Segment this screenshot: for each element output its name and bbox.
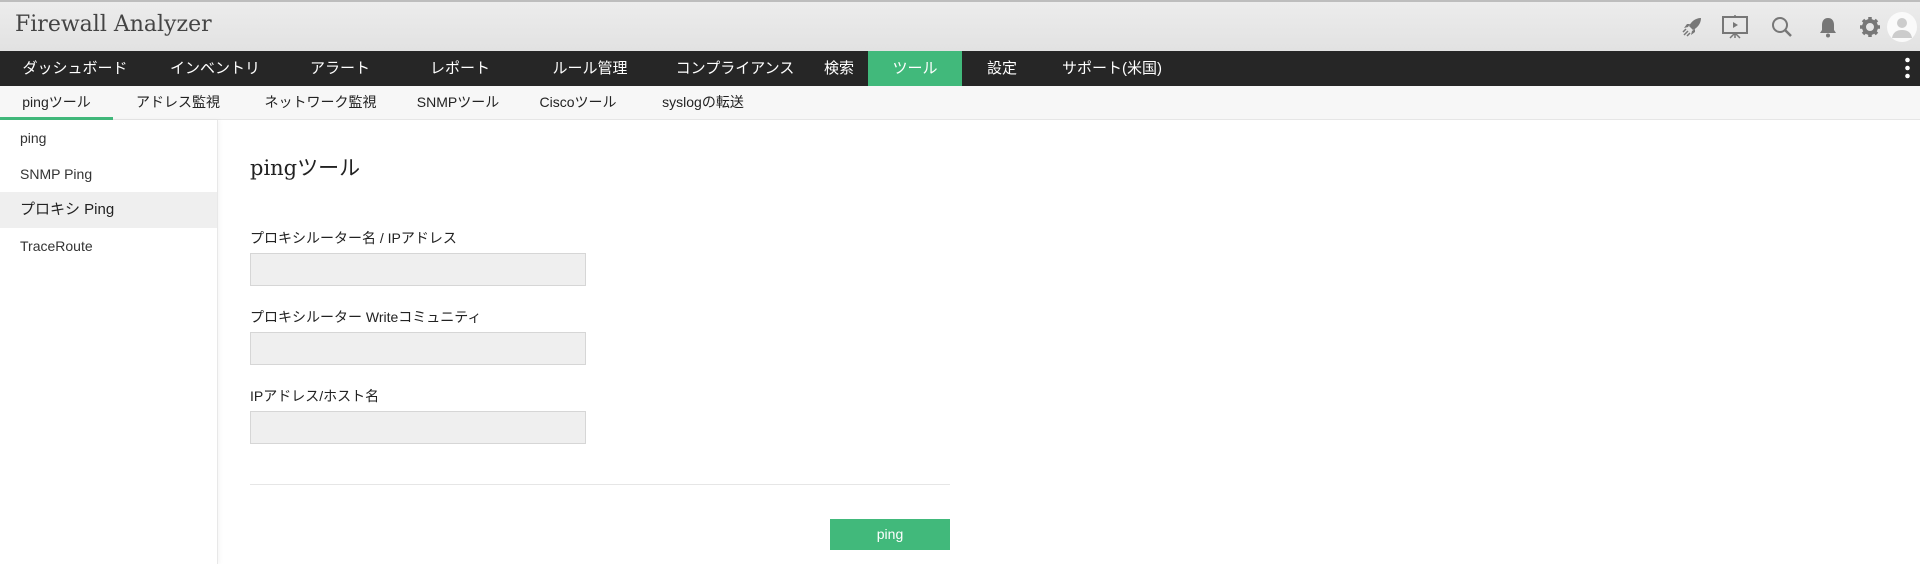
app-header: Firewall Analyzer (0, 0, 1920, 51)
page-title: pingツール (250, 156, 361, 180)
presentation-icon[interactable] (1720, 14, 1750, 40)
subtab-address-monitor[interactable]: アドレス監視 (113, 86, 243, 120)
subtab-cisco-tool[interactable]: Ciscoツール (518, 86, 638, 120)
proxy-router-label: プロキシルーター名 / IPアドレス (250, 230, 457, 246)
subtab-syslog-forward[interactable]: syslogの転送 (638, 86, 768, 120)
nav-reports[interactable]: レポート (400, 51, 520, 86)
bell-icon[interactable] (1815, 14, 1841, 40)
nav-inventory[interactable]: インベントリ (150, 51, 280, 86)
nav-search[interactable]: 検索 (810, 51, 868, 86)
sidebar-item-traceroute[interactable]: TraceRoute (0, 228, 217, 264)
user-avatar-icon[interactable] (1887, 12, 1917, 42)
nav-tools[interactable]: ツール (868, 51, 962, 86)
ping-button[interactable]: ping (830, 519, 950, 550)
target-host-input[interactable] (250, 411, 586, 444)
nav-settings[interactable]: 設定 (962, 51, 1042, 86)
search-icon[interactable] (1769, 14, 1795, 40)
nav-rule-management[interactable]: ルール管理 (520, 51, 660, 86)
sub-nav: pingツール アドレス監視 ネットワーク監視 SNMPツール Ciscoツール… (0, 86, 1920, 120)
sidebar-item-snmp-ping[interactable]: SNMP Ping (0, 156, 217, 192)
subtab-ping-tool[interactable]: pingツール (0, 86, 113, 120)
write-community-label: プロキシルーター Writeコミュニティ (250, 309, 482, 325)
more-menu-icon[interactable] (1905, 57, 1910, 82)
sidebar: ping SNMP Ping プロキシ Ping TraceRoute (0, 120, 218, 564)
sidebar-item-ping[interactable]: ping (0, 120, 217, 156)
nav-dashboard[interactable]: ダッシュボード (0, 51, 150, 86)
app-title: Firewall Analyzer (15, 12, 212, 37)
rocket-icon[interactable] (1679, 14, 1705, 40)
sidebar-item-proxy-ping[interactable]: プロキシ Ping (0, 192, 217, 228)
divider (250, 484, 950, 485)
nav-support[interactable]: サポート(米国) (1042, 51, 1182, 86)
write-community-input[interactable] (250, 332, 586, 365)
nav-alerts[interactable]: アラート (280, 51, 400, 86)
nav-compliance[interactable]: コンプライアンス (660, 51, 810, 86)
proxy-router-input[interactable] (250, 253, 586, 286)
main-nav: ダッシュボード インベントリ アラート レポート ルール管理 コンプライアンス … (0, 51, 1920, 86)
gear-icon[interactable] (1857, 14, 1883, 40)
subtab-network-monitor[interactable]: ネットワーク監視 (243, 86, 398, 120)
subtab-snmp-tool[interactable]: SNMPツール (398, 86, 518, 120)
target-host-label: IPアドレス/ホスト名 (250, 388, 380, 404)
